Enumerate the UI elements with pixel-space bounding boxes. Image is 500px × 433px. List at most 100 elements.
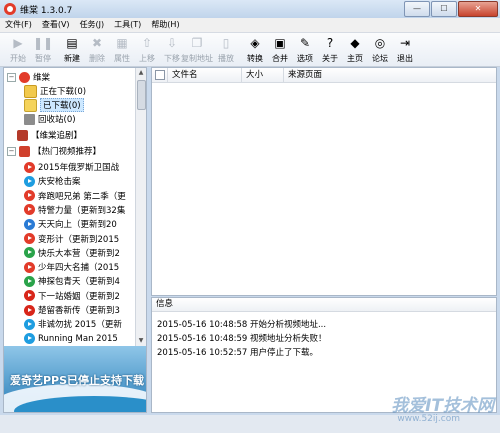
new-icon: ▤ (66, 36, 78, 50)
tree-item-tracker[interactable]: 【维棠追剧】 (17, 128, 82, 142)
window-title: 维棠 1.3.0.7 (20, 6, 73, 16)
hot-video-item[interactable]: 变形计（更新到2015 (24, 232, 119, 246)
tree-item-downloaded[interactable]: 已下载(0) (24, 98, 84, 112)
weitang-logo-icon (19, 71, 30, 83)
menu-tools[interactable]: 工具(T) (109, 18, 146, 32)
tree-root-label: 维棠 (33, 73, 51, 83)
toolbar-button-merge[interactable]: ▣ 合并 (268, 33, 292, 67)
video-play-icon (24, 247, 35, 259)
convert-icon: ◈ (250, 36, 260, 50)
title-bar: 维棠 1.3.0.7 — ☐ ✕ (0, 0, 500, 18)
toolbar-button-convert[interactable]: ◈ 转换 (243, 33, 267, 67)
hot-video-item[interactable]: 快乐大本营（更新到2 (24, 246, 120, 260)
toolbar-button-forum[interactable]: ◎ 论坛 (368, 33, 392, 67)
hot-video-label: Running Man 2015 (38, 333, 118, 344)
hot-videos-icon (19, 145, 30, 157)
toolbar-label: 播放 (218, 54, 234, 63)
maximize-button[interactable]: ☐ (431, 1, 457, 17)
app-logo-icon (4, 3, 16, 15)
tree-item-recycle-bin[interactable]: 回收站(0) (24, 112, 76, 126)
minimize-button[interactable]: — (404, 1, 430, 17)
menu-view[interactable]: 查看(V) (37, 18, 75, 32)
hot-video-item[interactable]: 奔跑吧兄弟 第二季（更 (24, 189, 126, 203)
hot-video-label: 快乐大本营（更新到2 (38, 248, 120, 259)
ad-banner[interactable]: 爱奇艺PPS已停止支持下载 (4, 346, 146, 412)
close-button[interactable]: ✕ (458, 1, 498, 17)
tree-scrollbar[interactable]: ▲ ▼ (135, 68, 146, 346)
menu-help[interactable]: 帮助(H) (146, 18, 184, 32)
recycle-bin-icon (24, 113, 35, 125)
toolbar-button-new[interactable]: ▤ 新建 (60, 33, 84, 67)
hot-video-label: 奔跑吧兄弟 第二季（更 (38, 191, 126, 202)
toolbar-button-about[interactable]: ? 关于 (318, 33, 342, 67)
toolbar-label: 暂停 (35, 54, 51, 63)
menu-task[interactable]: 任务(J) (75, 18, 110, 32)
hot-video-label: 2015年俄罗斯卫国战 (38, 163, 120, 173)
toolbar-button-exit[interactable]: ⇥ 退出 (393, 33, 417, 67)
info-header: 信息 (152, 298, 496, 312)
toolbar-label: 复制地址 (181, 54, 213, 63)
toolbar-label: 删除 (89, 54, 105, 63)
toolbar-label: 属性 (114, 54, 130, 63)
tree-item-label: 已下载(0) (40, 98, 84, 112)
column-source-page[interactable]: 来源页面 (284, 68, 496, 82)
collapse-icon[interactable]: − (7, 146, 16, 156)
hot-video-item[interactable]: 神探包青天（更新到4 (24, 274, 120, 288)
scrollbar-thumb[interactable] (137, 80, 146, 110)
hot-video-label: 非诚勿扰 2015（更新 (38, 320, 122, 331)
download-list: 文件名 大小 来源页面 (151, 67, 497, 296)
menu-file[interactable]: 文件(F) (0, 18, 37, 32)
toolbar-label: 退出 (397, 54, 413, 63)
tree-item-hot[interactable]: − 【热门视频推荐】 (7, 144, 101, 158)
toolbar-button-delete[interactable]: ✖ 删除 (85, 33, 109, 67)
video-play-icon (24, 318, 35, 330)
tree-item-label: 回收站(0) (38, 115, 76, 125)
log-line: 2015-05-16 10:48:58 开始分析视频地址... (157, 320, 327, 330)
hot-video-item[interactable]: 非诚勿扰 2015（更新 (24, 317, 122, 331)
hot-video-item[interactable]: 下一站婚姻（更新到2 (24, 289, 120, 303)
hot-video-item[interactable]: 2015年俄罗斯卫国战 (24, 160, 119, 174)
hot-video-item[interactable]: 特警力量（更新到32集 (24, 203, 125, 217)
video-play-icon (24, 261, 35, 273)
hot-video-label: 下一站婚姻（更新到2 (38, 291, 120, 302)
toolbar-button-pause[interactable]: ❚❚ 暂停 (31, 33, 55, 67)
select-all-column[interactable] (152, 68, 168, 82)
scroll-down-icon[interactable]: ▼ (136, 336, 146, 346)
collapse-icon[interactable]: − (7, 72, 16, 82)
video-play-icon (24, 333, 35, 345)
toolbar-button-home[interactable]: ◆ 主页 (343, 33, 367, 67)
toolbar-button-move-up[interactable]: ⇧ 上移 (135, 33, 159, 67)
table-header: 文件名 大小 来源页面 (152, 68, 496, 83)
hot-video-item[interactable]: Running Man 2015 (24, 332, 118, 346)
hot-video-item[interactable]: 庆安枪击案 (24, 174, 81, 188)
tree-item-label: 【维棠追剧】 (31, 131, 83, 141)
toolbar-button-options[interactable]: ✎ 选项 (293, 33, 317, 67)
tree-root[interactable]: − 维棠 (7, 70, 50, 84)
downloading-folder-icon (24, 84, 37, 98)
log-line: 2015-05-16 10:48:59 视频地址分析失败！ (157, 334, 327, 344)
category-tree: − 维棠 正在下载(0) 已下载(0) 回收站(0) 【维棠追剧】 − 【热门视… (4, 68, 138, 346)
toolbar-button-play[interactable]: ▶ 开始 (6, 33, 30, 67)
toolbar-button-player[interactable]: ▯ 播放 (214, 33, 238, 67)
move-down-icon: ⇩ (166, 36, 178, 50)
hot-video-item[interactable]: 少年四大名捕（2015 (24, 260, 119, 274)
window-controls: — ☐ ✕ (403, 1, 498, 17)
tree-item-downloading[interactable]: 正在下载(0) (24, 84, 86, 98)
watermark-url: www.52ij.com (397, 414, 460, 424)
toolbar-label: 开始 (10, 54, 26, 63)
toolbar: ▶ 开始 ❚❚ 暂停 ▤ 新建 ✖ 删除 ▦ 属性 ⇧ 上移 ⇩ 下移 ❐ 复制地址 ▯ 播放 ◈ 转换 ▣ 合并 ✎ 选项?… (0, 33, 500, 67)
scroll-up-icon[interactable]: ▲ (136, 68, 146, 78)
column-size[interactable]: 大小 (242, 68, 284, 82)
merge-icon: ▣ (274, 36, 286, 50)
hot-video-item[interactable]: 楚留香新传（更新到3 (24, 303, 120, 317)
select-all-checkbox[interactable] (155, 69, 165, 80)
column-filename[interactable]: 文件名 (168, 68, 242, 82)
toolbar-button-properties[interactable]: ▦ 属性 (110, 33, 134, 67)
options-icon: ✎ (299, 36, 311, 50)
hot-video-item[interactable]: 天天向上（更新到20 (24, 217, 117, 231)
copy-icon: ❐ (191, 36, 203, 50)
toolbar-label: 关于 (322, 54, 338, 63)
hot-video-label: 天天向上（更新到20 (38, 220, 117, 231)
downloaded-folder-icon (24, 98, 37, 112)
toolbar-button-copy[interactable]: ❐ 复制地址 (181, 33, 213, 67)
